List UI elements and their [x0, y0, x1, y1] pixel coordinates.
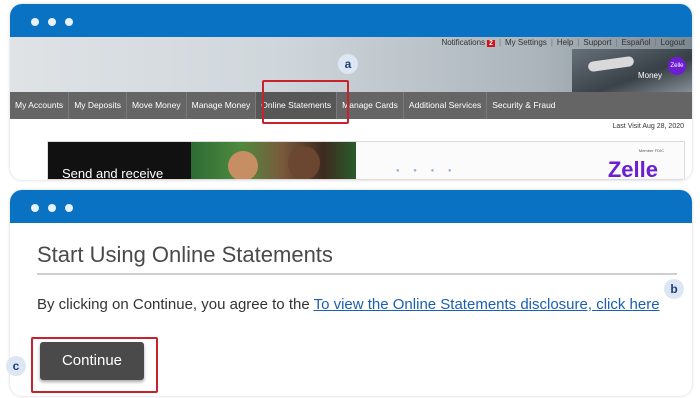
promo-photo	[191, 142, 356, 179]
window-dot-icon	[65, 18, 73, 26]
highlight-continue-button	[31, 337, 158, 393]
promo-decoration: ● ● ● ●	[396, 168, 458, 174]
callout-b: b	[664, 279, 684, 299]
bank-site-window: Money Zelle Notifications 2 | My Settings…	[10, 4, 692, 180]
window-dot-icon	[48, 204, 56, 212]
nav-my-accounts[interactable]: My Accounts	[10, 92, 70, 119]
last-visit-text: Last Visit Aug 28, 2020	[612, 123, 684, 130]
nav-security-fraud[interactable]: Security & Fraud	[487, 92, 560, 119]
promo-headline: Send and receive	[48, 142, 191, 179]
promo-brand-panel: ● ● ● ● Member FDIC Zelle	[356, 142, 684, 180]
window-dot-icon	[31, 18, 39, 26]
nav-additional-services[interactable]: Additional Services	[404, 92, 488, 119]
nav-my-deposits[interactable]: My Deposits	[69, 92, 127, 119]
agreement-text: By clicking on Continue, you agree to th…	[37, 296, 660, 313]
title-divider	[37, 273, 677, 275]
zelle-logo-icon: Zelle	[607, 157, 658, 180]
nav-manage-money[interactable]: Manage Money	[187, 92, 257, 119]
callout-c: c	[6, 356, 26, 376]
notifications-link[interactable]: Notifications 2	[438, 38, 497, 47]
window-dot-icon	[31, 204, 39, 212]
window-titlebar	[10, 190, 692, 223]
window-dot-icon	[65, 204, 73, 212]
banner-money-text: Money	[637, 71, 662, 80]
logout-link[interactable]: Logout	[658, 38, 688, 47]
help-link[interactable]: Help	[554, 38, 576, 47]
callout-a: a	[338, 54, 358, 74]
espanol-link[interactable]: Español	[619, 38, 654, 47]
support-link[interactable]: Support	[580, 38, 614, 47]
my-settings-link[interactable]: My Settings	[502, 38, 550, 47]
page-title: Start Using Online Statements	[37, 242, 333, 267]
zelle-promo-banner[interactable]: Send and receive ● ● ● ● Member FDIC Zel…	[47, 141, 685, 180]
notifications-badge: 2	[487, 40, 495, 47]
zelle-chip-icon: Zelle	[668, 57, 686, 75]
window-dot-icon	[48, 18, 56, 26]
nav-move-money[interactable]: Move Money	[127, 92, 187, 119]
promo-person-image	[288, 146, 320, 179]
promo-person-image	[228, 151, 258, 179]
main-nav: My Accounts My Deposits Move Money Manag…	[10, 92, 692, 119]
disclosure-link[interactable]: To view the Online Statements disclosure…	[314, 296, 660, 313]
top-utility-links: Notifications 2 | My Settings | Help | Su…	[438, 38, 688, 47]
window-titlebar	[10, 4, 692, 37]
member-fdic-text: Member FDIC	[638, 148, 664, 153]
highlight-online-statements	[262, 80, 349, 124]
